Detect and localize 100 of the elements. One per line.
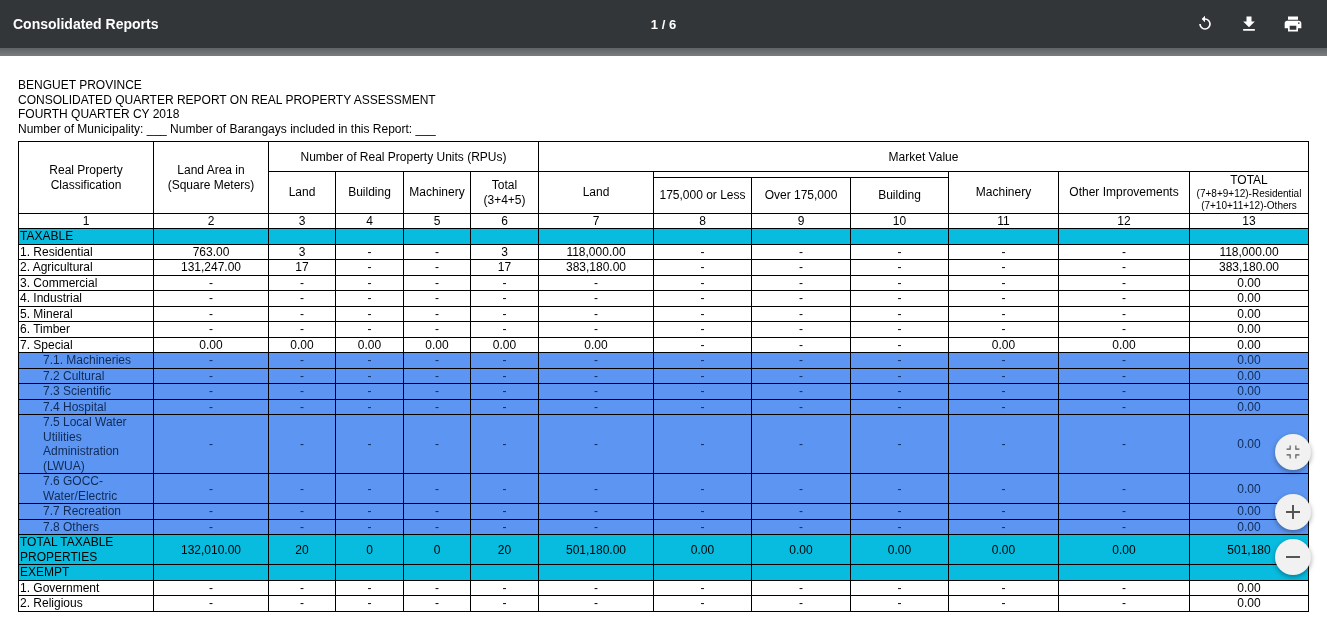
table-cell: - [751, 580, 851, 596]
table-cell: - [153, 503, 269, 520]
table-cell: - [538, 399, 654, 415]
table-cell: - [268, 580, 336, 596]
table-cell: - [470, 414, 539, 474]
table-cell: - [850, 399, 949, 415]
table-cell: - [403, 399, 471, 415]
table-cell: - [653, 580, 752, 596]
column-number: 13 [1189, 213, 1309, 229]
column-header: Market Value [538, 141, 1309, 172]
table-cell: - [751, 337, 851, 353]
table-cell: 0.00 [948, 534, 1059, 565]
table-cell: - [948, 275, 1059, 291]
table-cell: - [850, 352, 949, 369]
table-cell: - [948, 383, 1059, 400]
table-cell: - [335, 244, 404, 260]
column-number: 11 [948, 213, 1059, 229]
row-label: 7.4 Hospital [18, 399, 154, 415]
table-cell: - [470, 368, 539, 384]
table-cell: - [948, 306, 1059, 322]
table-cell: - [335, 383, 404, 400]
table-cell: - [850, 259, 949, 276]
column-number: 3 [268, 213, 336, 229]
table-cell: - [268, 306, 336, 322]
table-cell: - [751, 503, 851, 520]
table-cell: - [850, 244, 949, 260]
table-cell: 0.00 [1058, 337, 1190, 353]
table-cell: - [268, 399, 336, 415]
table-cell: 0.00 [1189, 337, 1309, 353]
table-cell: - [153, 519, 269, 535]
table-cell: - [153, 275, 269, 291]
table-cell: - [850, 290, 949, 307]
table-cell: - [403, 244, 471, 260]
table-cell: 0.00 [1058, 534, 1190, 565]
column-header: TOTAL [1230, 173, 1268, 188]
table-cell: - [751, 473, 851, 504]
table-cell: - [538, 306, 654, 322]
table-cell: - [268, 519, 336, 535]
column-number: 10 [850, 213, 949, 229]
table-cell: 0.00 [1189, 399, 1309, 415]
table-cell: - [1058, 399, 1190, 415]
table-cell: - [538, 368, 654, 384]
table-cell: - [268, 503, 336, 520]
column-header: Other Improvements [1058, 171, 1190, 214]
table-cell: - [653, 290, 752, 307]
report-heading: CONSOLIDATED QUARTER REPORT ON REAL PROPERTY ASSESSMENT [18, 92, 437, 108]
table-cell: 0.00 [1189, 595, 1309, 612]
table-cell: - [470, 580, 539, 596]
table-cell: - [153, 399, 269, 415]
table-cell: - [948, 580, 1059, 596]
table-cell: - [470, 306, 539, 322]
row-label: 7.2 Cultural [18, 368, 154, 384]
row-label: 2. Religious [18, 595, 154, 612]
table-cell: - [751, 244, 851, 260]
table-cell: - [850, 321, 949, 338]
column-header: Number of Real Property Units (RPUs) [268, 141, 539, 172]
row-label: 1. Government [18, 580, 154, 596]
table-cell: - [335, 306, 404, 322]
print-icon [1283, 14, 1303, 34]
table-cell: - [948, 473, 1059, 504]
table-cell: - [335, 321, 404, 338]
table-cell: 0.00 [1189, 383, 1309, 400]
table-cell: - [268, 414, 336, 474]
column-header: Real Property Classification [18, 141, 154, 214]
table-cell: - [153, 321, 269, 338]
table-cell: - [653, 595, 752, 612]
table-cell: - [653, 337, 752, 353]
shrink-arrows-icon [1286, 445, 1300, 459]
column-number: 6 [470, 213, 539, 229]
table-cell: - [153, 306, 269, 322]
table-cell: - [538, 321, 654, 338]
row-label: 6. Timber [18, 321, 154, 338]
table-cell: - [1058, 259, 1190, 276]
table-cell: - [403, 306, 471, 322]
table-cell: - [268, 321, 336, 338]
table-cell: - [653, 352, 752, 369]
table-cell: - [1058, 352, 1190, 369]
table-cell: - [538, 290, 654, 307]
table-cell: 0.00 [335, 337, 404, 353]
row-label: 3. Commercial [18, 275, 154, 291]
table-cell: - [335, 580, 404, 596]
table-cell: - [1058, 414, 1190, 474]
column-number: 4 [335, 213, 404, 229]
table-cell: - [850, 519, 949, 535]
column-header: Building [335, 171, 404, 214]
table-cell: 0.00 [653, 534, 752, 565]
table-cell: - [653, 275, 752, 291]
column-number: 12 [1058, 213, 1190, 229]
table-cell: - [538, 595, 654, 612]
table-cell: 383,180.00 [538, 259, 654, 276]
row-label: EXEMPT [18, 564, 154, 581]
table-cell: - [538, 383, 654, 400]
row-label: 7.5 Local Water Utilities Administration (LWUA) [18, 414, 154, 474]
table-cell: - [751, 259, 851, 276]
table-cell: - [948, 595, 1059, 612]
plus-icon [1286, 505, 1300, 519]
table-cell: 17 [470, 259, 539, 276]
table-cell: - [653, 321, 752, 338]
table-cell: - [470, 321, 539, 338]
column-number: 1 [18, 213, 154, 229]
